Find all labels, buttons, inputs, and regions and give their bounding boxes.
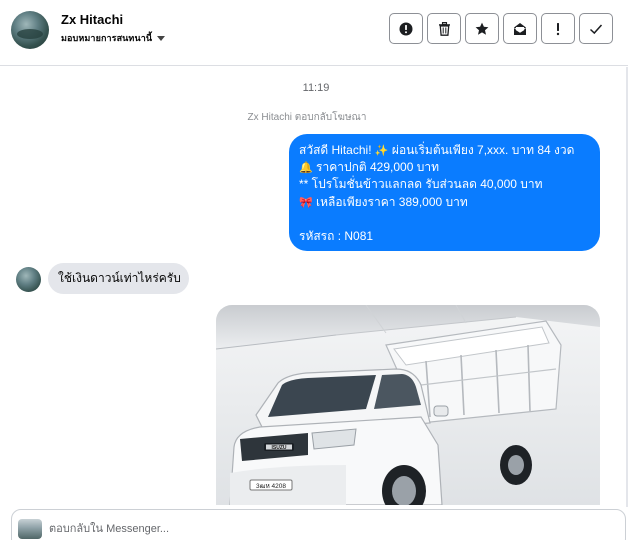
trash-icon bbox=[438, 21, 450, 36]
mark-unread-button[interactable] bbox=[503, 13, 537, 44]
conversation-header: Zx Hitachi มอบหมายการสนทนานี้ bbox=[0, 0, 628, 66]
exclamation-icon bbox=[556, 22, 560, 35]
message-composer bbox=[11, 509, 626, 540]
pickup-truck-photo: ISUZU 3ฒห 4208 bbox=[216, 305, 600, 505]
message-timestamp: 11:19 bbox=[302, 82, 330, 94]
assign-conversation-label: มอบหมายการสนทนานี้ bbox=[61, 33, 153, 43]
message-line-4: เหลือเพียงราคา 389,000 บาท bbox=[316, 194, 468, 209]
message-line-3: ** โปรโมชั่นข้าวแลกลด รับส่วนลด 40,000 บ… bbox=[299, 177, 543, 192]
star-button[interactable] bbox=[465, 13, 499, 44]
outgoing-message[interactable]: สวัสดี Hitachi! ✨ ผ่อนเริ่มต้นเพียง 7,xx… bbox=[289, 134, 600, 251]
message-line-2: ราคาปกติ 429,000 บาท bbox=[316, 160, 439, 175]
assign-conversation-dropdown[interactable]: มอบหมายการสนทนานี้ bbox=[61, 31, 166, 45]
contact-avatar-small[interactable] bbox=[16, 267, 41, 292]
delete-button[interactable] bbox=[427, 13, 461, 44]
sparkles-icon: ✨ bbox=[374, 144, 389, 157]
mark-done-button[interactable] bbox=[579, 13, 613, 44]
message-line-5: รหัสรถ : N081 bbox=[299, 228, 374, 243]
message-line-1: สวัสดี Hitachi! bbox=[299, 143, 372, 157]
bell-icon: 🔔 bbox=[299, 161, 313, 175]
license-plate-text: 3ฒห 4208 bbox=[256, 483, 286, 490]
envelope-open-icon bbox=[514, 22, 526, 35]
incoming-message[interactable]: ใช้เงินดาวน์เท่าไหร่ครับ bbox=[48, 263, 189, 294]
page-avatar bbox=[18, 519, 42, 539]
message-thread[interactable]: 11:19 Zx Hitachi ตอบกลับโฆษณา สวัสดี Hit… bbox=[0, 67, 628, 507]
contact-name[interactable]: Zx Hitachi bbox=[61, 12, 123, 27]
message-line-1-rest: ผ่อนเริ่มต้นเพียง 7,xxx. บาท 84 งวด bbox=[391, 143, 575, 157]
ad-reply-note: Zx Hitachi ตอบกลับโฆษณา bbox=[247, 112, 367, 123]
alert-circle-icon bbox=[399, 22, 413, 35]
message-photo[interactable]: ISUZU 3ฒห 4208 bbox=[216, 305, 600, 505]
reply-input[interactable] bbox=[49, 517, 609, 540]
report-button[interactable] bbox=[389, 13, 423, 44]
checkmark-icon bbox=[589, 23, 603, 34]
flag-important-button[interactable] bbox=[541, 13, 575, 44]
ribbon-icon: 🎀 bbox=[299, 195, 313, 209]
caret-down-icon bbox=[157, 36, 166, 41]
contact-avatar[interactable] bbox=[11, 11, 49, 49]
star-icon bbox=[475, 22, 489, 35]
brand-badge-text: ISUZU bbox=[272, 445, 287, 451]
header-toolbar bbox=[389, 13, 613, 44]
